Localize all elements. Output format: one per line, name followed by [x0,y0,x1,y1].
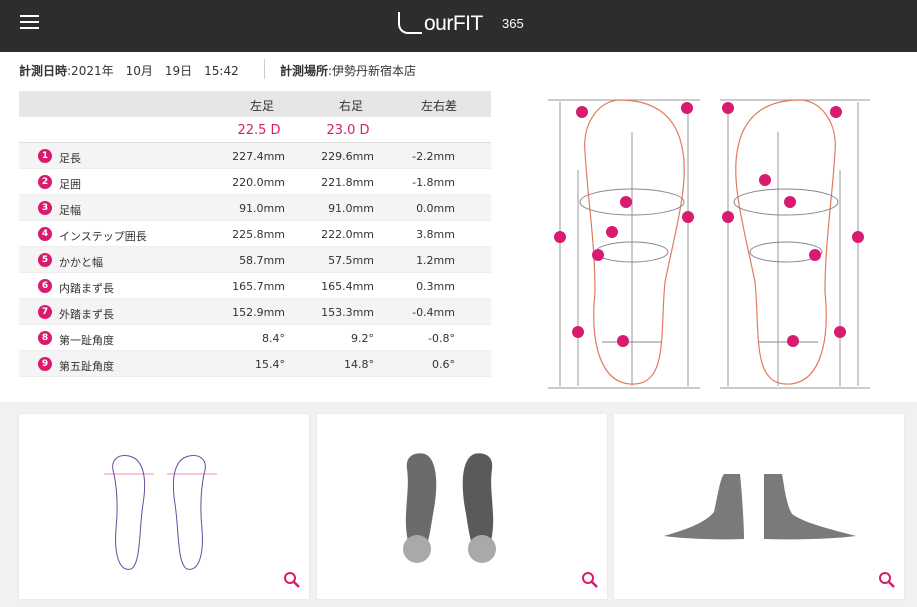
logo-number: 365 [502,16,524,31]
table-row: 1 足長 227.4mm 229.6mm -2.2mm [19,143,491,169]
right-value: 222.0mm [321,228,374,241]
right-value: 153.3mm [321,306,374,319]
foot-measurement-diagram [548,99,870,389]
header-difference: 左右差 [420,99,457,113]
left-value: 91.0mm [239,202,285,215]
left-value: 8.4° [262,332,285,345]
row-label: 足幅 [59,204,81,217]
table-row: 6 内踏まず長 165.7mm 165.4mm 0.3mm [19,273,491,299]
row-number-badge: 3 [38,201,52,215]
right-value: 9.2° [351,332,374,345]
row-label: 足囲 [59,178,81,191]
row-label: インステップ囲長 [59,230,147,243]
table-body: 1 足長 227.4mm 229.6mm -2.2mm 2 足囲 220.0mm 221.8mm… [19,143,491,377]
row-number-badge: 4 [38,227,52,241]
diff-value: 0.0mm [416,202,455,215]
zoom-icon[interactable] [581,571,599,589]
table-row: 9 第五趾角度 15.4° 14.8° 0.6° [19,351,491,377]
datetime-label: 計測日時 [19,64,68,78]
diff-value: -1.8mm [412,176,455,189]
left-size: 22.5 D [237,123,281,138]
left-value: 165.7mm [232,280,285,293]
right-value: 221.8mm [321,176,374,189]
left-value: 15.4° [255,358,285,371]
row-number-badge: 7 [38,305,52,319]
foot-3d-side-image [664,474,856,540]
diff-value: 1.2mm [416,254,455,267]
diff-value: -0.8° [428,332,455,345]
diagram-markers [554,102,864,347]
row-number-badge: 9 [38,357,52,371]
diff-value: -2.2mm [412,150,455,163]
image-cards [0,402,917,607]
table-row: 3 足幅 91.0mm 91.0mm 0.0mm [19,195,491,221]
table-row: 5 かかと幅 58.7mm 57.5mm 1.2mm [19,247,491,273]
foot-3d-top-image [403,453,496,563]
measurement-place: 計測場所:伊勢丹新宿本店 [280,62,416,79]
diff-value: 3.8mm [416,228,455,241]
right-value: 14.8° [344,358,374,371]
row-number-badge: 5 [38,253,52,267]
left-value: 58.7mm [239,254,285,267]
row-number-badge: 6 [38,279,52,293]
left-value: 152.9mm [232,306,285,319]
row-label: 第一趾角度 [59,334,114,347]
foot-3d-top-card[interactable] [317,414,607,599]
row-label: 第五趾角度 [59,360,114,373]
diff-value: 0.6° [432,358,455,371]
shoe-size-row: 22.5 D 23.0 D [19,117,491,143]
top-bar: ourFIT 365 [0,0,917,52]
table-row: 8 第一趾角度 8.4° 9.2° -0.8° [19,325,491,351]
meta-divider [264,59,265,79]
diff-value: -0.4mm [412,306,455,319]
left-value: 220.0mm [232,176,285,189]
right-value: 229.6mm [321,150,374,163]
table-row: 4 インステップ囲長 225.8mm 222.0mm 3.8mm [19,221,491,247]
right-value: 57.5mm [328,254,374,267]
place-value: :伊勢丹新宿本店 [328,64,417,78]
header-left-foot: 左足 [249,99,274,113]
logo-mark [398,12,422,34]
zoom-icon[interactable] [878,571,896,589]
right-value: 165.4mm [321,280,374,293]
row-number-badge: 2 [38,175,52,189]
diff-value: 0.3mm [416,280,455,293]
row-label: 内踏まず長 [59,282,114,295]
row-number-badge: 8 [38,331,52,345]
foot-outline-image [104,455,217,570]
place-label: 計測場所 [280,64,329,78]
foot-3d-side-card[interactable] [614,414,904,599]
left-value: 227.4mm [232,150,285,163]
right-size: 23.0 D [326,123,370,138]
measurement-panel: 計測日時:2021年 10月 19日 15:42 計測場所:伊勢丹新宿本店 左足… [0,52,917,402]
zoom-icon[interactable] [283,571,301,589]
left-value: 225.8mm [232,228,285,241]
row-number-badge: 1 [38,149,52,163]
row-label: かかと幅 [59,256,103,269]
table-row: 2 足囲 220.0mm 221.8mm -1.8mm [19,169,491,195]
foot-outline-card[interactable] [19,414,309,599]
measurement-datetime: 計測日時:2021年 10月 19日 15:42 [19,62,239,79]
datetime-value: :2021年 10月 19日 15:42 [67,64,239,78]
logo-text: ourFIT [424,12,483,35]
row-label: 足長 [59,152,81,165]
header-right-foot: 右足 [338,99,363,113]
right-value: 91.0mm [328,202,374,215]
hamburger-icon[interactable] [20,15,39,31]
table-header: 左足 右足 左右差 [19,91,491,117]
measurement-table: 左足 右足 左右差 22.5 D 23.0 D 1 足長 227.4mm 229.6m… [19,91,491,377]
table-row: 7 外踏まず長 152.9mm 153.3mm -0.4mm [19,299,491,325]
row-label: 外踏まず長 [59,308,114,321]
